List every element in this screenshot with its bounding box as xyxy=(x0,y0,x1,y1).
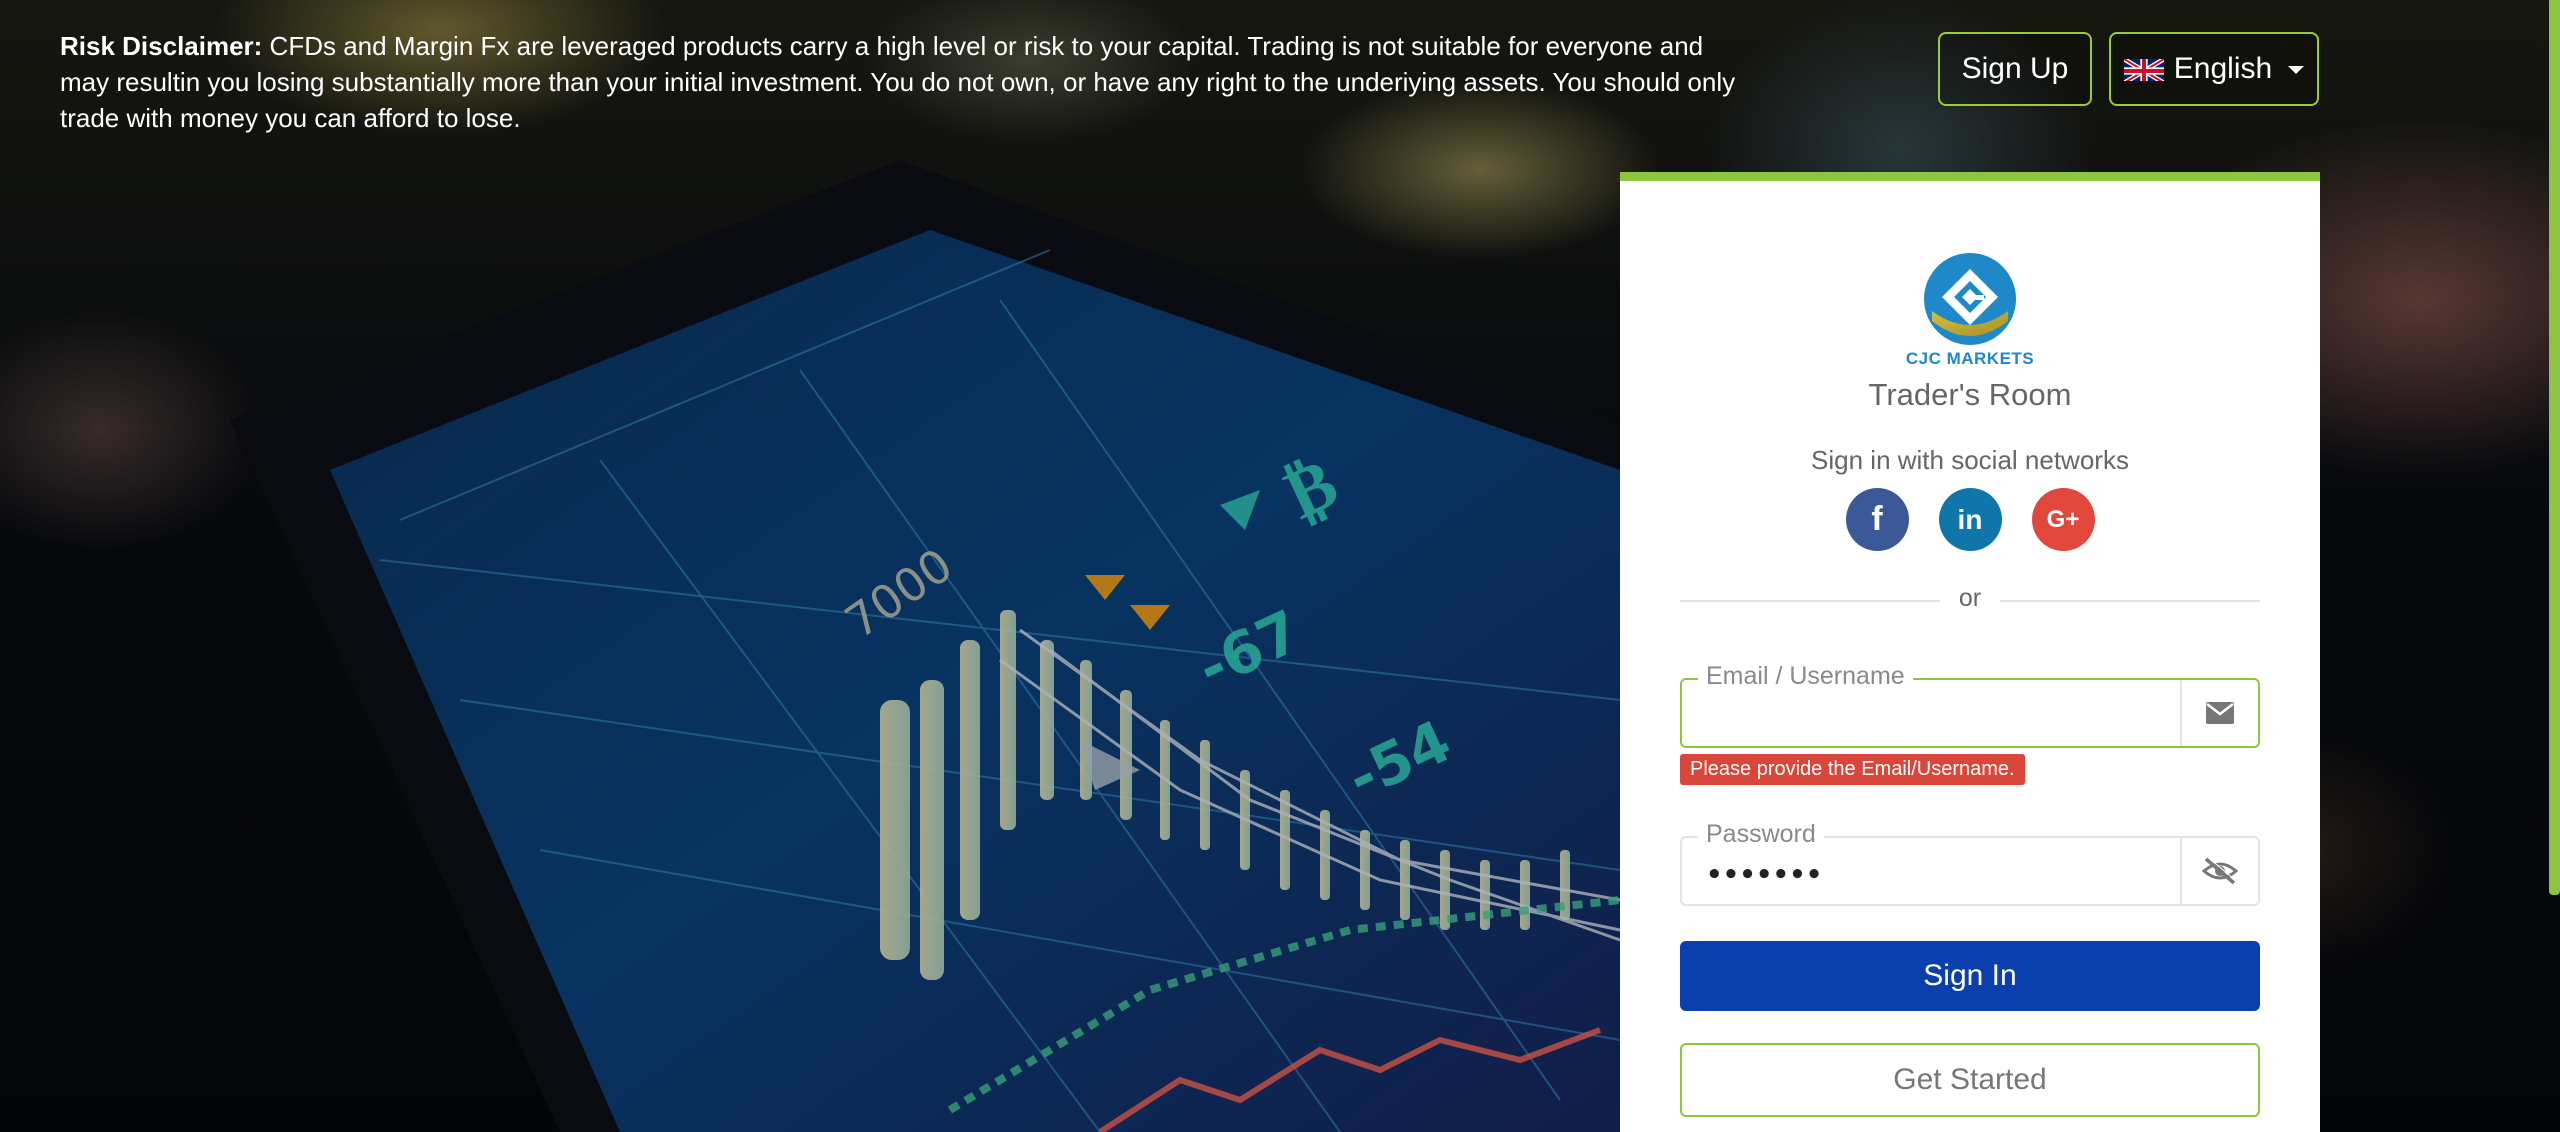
social-buttons: f in G+ xyxy=(1620,488,2320,551)
email-field: Email / Username xyxy=(1680,662,2260,748)
risk-disclaimer-text: CFDs and Margin Fx are leveraged product… xyxy=(60,31,1736,133)
language-label: English xyxy=(2173,52,2273,85)
email-error-message: Please provide the Email/Username. xyxy=(1680,754,2025,785)
cjc-logo-icon xyxy=(1924,253,2016,345)
linkedin-button[interactable]: in xyxy=(1938,488,2002,551)
email-addon xyxy=(2180,680,2258,746)
password-input[interactable]: ••••••• xyxy=(1706,860,1822,890)
risk-disclaimer-label: Risk Disclaimer: xyxy=(60,31,263,61)
sign-up-label: Sign Up xyxy=(1961,52,2069,85)
sign-up-button[interactable]: Sign Up xyxy=(1938,32,2092,106)
get-started-button[interactable]: Get Started xyxy=(1680,1043,2260,1117)
email-input[interactable] xyxy=(1682,680,2182,746)
toggle-password-visibility-button[interactable] xyxy=(2180,838,2258,904)
page-scrollbar-thumb[interactable] xyxy=(2549,0,2560,895)
divider-line-right xyxy=(2000,600,2260,602)
get-started-label: Get Started xyxy=(1893,1063,2047,1096)
password-field-label: Password xyxy=(1698,820,1824,849)
uk-flag-icon xyxy=(2123,57,2164,81)
brand-name: CJC MARKETS xyxy=(1905,349,2035,368)
sign-in-label: Sign In xyxy=(1923,959,2017,992)
risk-disclaimer: Risk Disclaimer: CFDs and Margin Fx are … xyxy=(60,28,1740,136)
page-title: Trader's Room xyxy=(1868,377,2072,412)
sign-in-button[interactable]: Sign In xyxy=(1680,941,2260,1011)
brand-logo: CJC MARKETS xyxy=(1620,251,2320,369)
login-card: CJC MARKETS Trader's Room Sign in with s… xyxy=(1620,172,2320,1132)
linkedin-icon: in xyxy=(1957,503,1983,535)
google-plus-button[interactable]: G+ xyxy=(2031,488,2095,551)
envelope-icon xyxy=(2206,702,2234,724)
google-plus-icon: G+ xyxy=(2046,505,2080,533)
caret-down-icon xyxy=(2288,66,2305,74)
divider-text: or xyxy=(1958,584,1982,612)
password-field: Password ••••••• xyxy=(1680,820,2260,906)
language-dropdown[interactable]: English xyxy=(2109,32,2319,106)
social-signin-prompt: Sign in with social networks xyxy=(1811,445,2129,475)
facebook-button[interactable]: f xyxy=(1845,488,1909,551)
facebook-icon: f xyxy=(1871,500,1883,538)
or-divider: or xyxy=(1680,584,2260,612)
eye-slash-icon xyxy=(2201,856,2239,885)
